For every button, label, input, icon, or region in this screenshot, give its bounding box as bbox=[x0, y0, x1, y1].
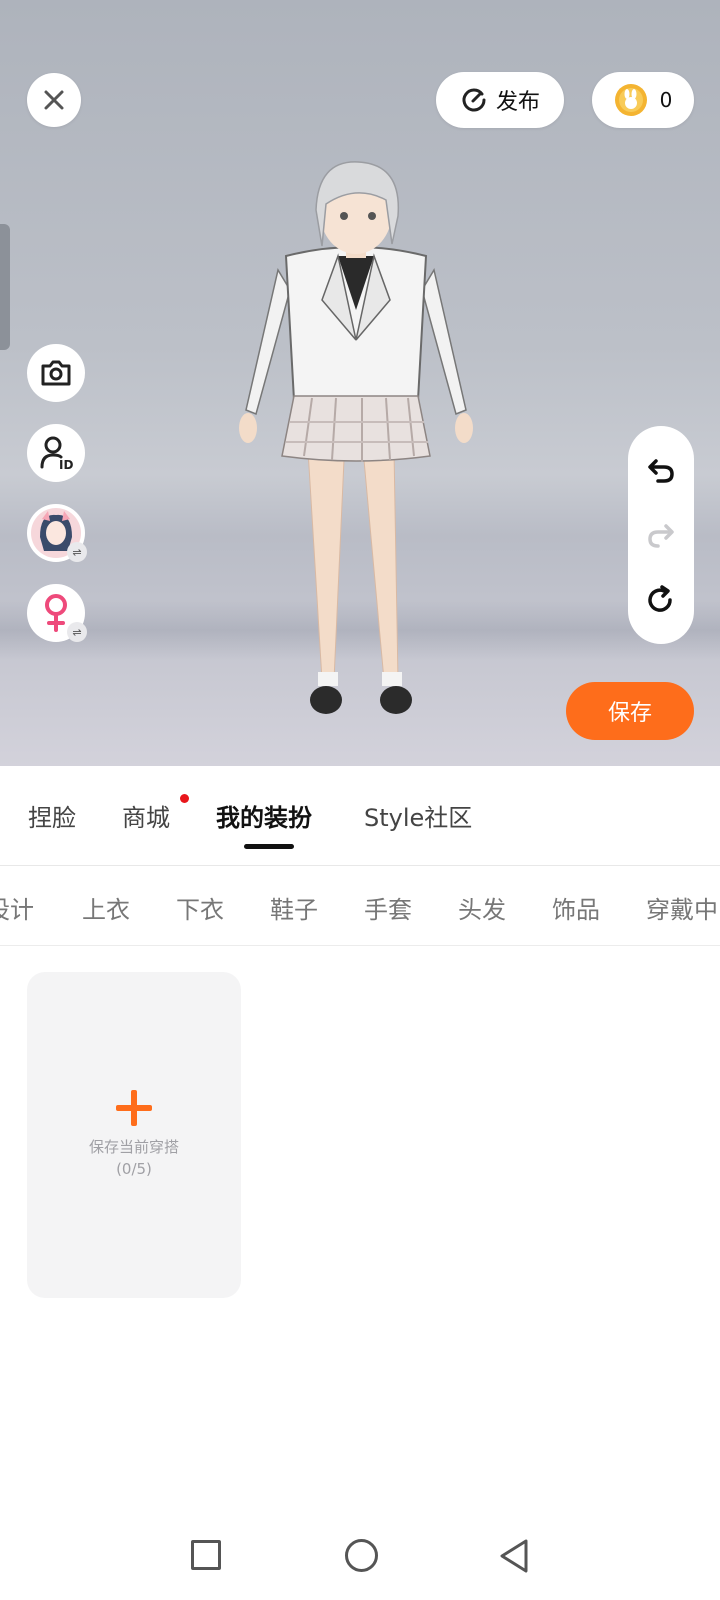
swap-icon: ⇌ bbox=[67, 542, 87, 562]
recent-apps-icon[interactable] bbox=[191, 1540, 221, 1570]
profile-id-button[interactable]: ID bbox=[27, 424, 85, 482]
profile-id-icon: ID bbox=[40, 436, 73, 471]
save-outfit-card[interactable]: 保存当前穿搭 (0/5) bbox=[27, 972, 241, 1298]
redo-icon[interactable] bbox=[646, 520, 676, 550]
publish-icon bbox=[462, 88, 486, 112]
history-controls bbox=[628, 426, 694, 644]
avatar-3d-viewport[interactable]: 发布 0 ID ⇌ ⇌ 保存 bbox=[0, 0, 720, 766]
main-tab-bar: 捏脸 商城 我的装扮 Style社区 bbox=[0, 766, 720, 866]
camera-icon bbox=[41, 360, 71, 386]
save-button[interactable]: 保存 bbox=[566, 682, 694, 740]
close-icon bbox=[44, 90, 64, 110]
close-button[interactable] bbox=[27, 73, 81, 127]
side-drawer-handle[interactable] bbox=[0, 224, 10, 350]
camera-button[interactable] bbox=[27, 344, 85, 402]
category-tab-bar: 设计 上衣 下衣 鞋子 手套 头发 饰品 穿戴中 bbox=[0, 866, 720, 946]
outfit-count: (0/5) bbox=[116, 1160, 152, 1178]
tab-face[interactable]: 捏脸 bbox=[28, 798, 76, 833]
system-navigation-bar bbox=[0, 1530, 720, 1600]
undo-icon[interactable] bbox=[646, 455, 676, 485]
publish-button[interactable]: 发布 bbox=[436, 72, 564, 128]
category-design[interactable]: 设计 bbox=[0, 890, 34, 925]
svg-text:ID: ID bbox=[59, 458, 73, 471]
category-shoes[interactable]: 鞋子 bbox=[270, 890, 318, 925]
tab-style-community[interactable]: Style社区 bbox=[364, 798, 472, 833]
swap-icon: ⇌ bbox=[67, 622, 87, 642]
category-bottoms[interactable]: 下衣 bbox=[176, 890, 224, 925]
tab-my-outfits[interactable]: 我的装扮 bbox=[216, 798, 312, 833]
category-wearing[interactable]: 穿戴中 bbox=[646, 890, 718, 925]
category-gloves[interactable]: 手套 bbox=[364, 890, 412, 925]
coin-icon bbox=[614, 84, 647, 116]
publish-label: 发布 bbox=[495, 90, 540, 115]
back-icon[interactable] bbox=[498, 1538, 530, 1574]
gender-switch-button[interactable]: ⇌ bbox=[27, 584, 87, 642]
notification-dot bbox=[180, 794, 189, 803]
category-tops[interactable]: 上衣 bbox=[82, 890, 130, 925]
save-outfit-label: 保存当前穿搭 bbox=[88, 1138, 179, 1156]
category-accessories[interactable]: 饰品 bbox=[552, 890, 600, 925]
active-tab-indicator bbox=[244, 844, 294, 849]
home-icon[interactable] bbox=[345, 1539, 378, 1572]
category-hair[interactable]: 头发 bbox=[458, 890, 506, 925]
plus-icon bbox=[116, 1090, 152, 1126]
female-gender-icon bbox=[45, 594, 67, 632]
reset-icon[interactable] bbox=[646, 584, 676, 615]
avatar-character[interactable] bbox=[226, 160, 486, 740]
avatar-switch-button[interactable]: ⇌ bbox=[27, 504, 87, 562]
tab-shop[interactable]: 商城 bbox=[122, 798, 170, 833]
coin-count: 0 bbox=[659, 88, 673, 112]
coin-balance-button[interactable]: 0 bbox=[592, 72, 694, 128]
